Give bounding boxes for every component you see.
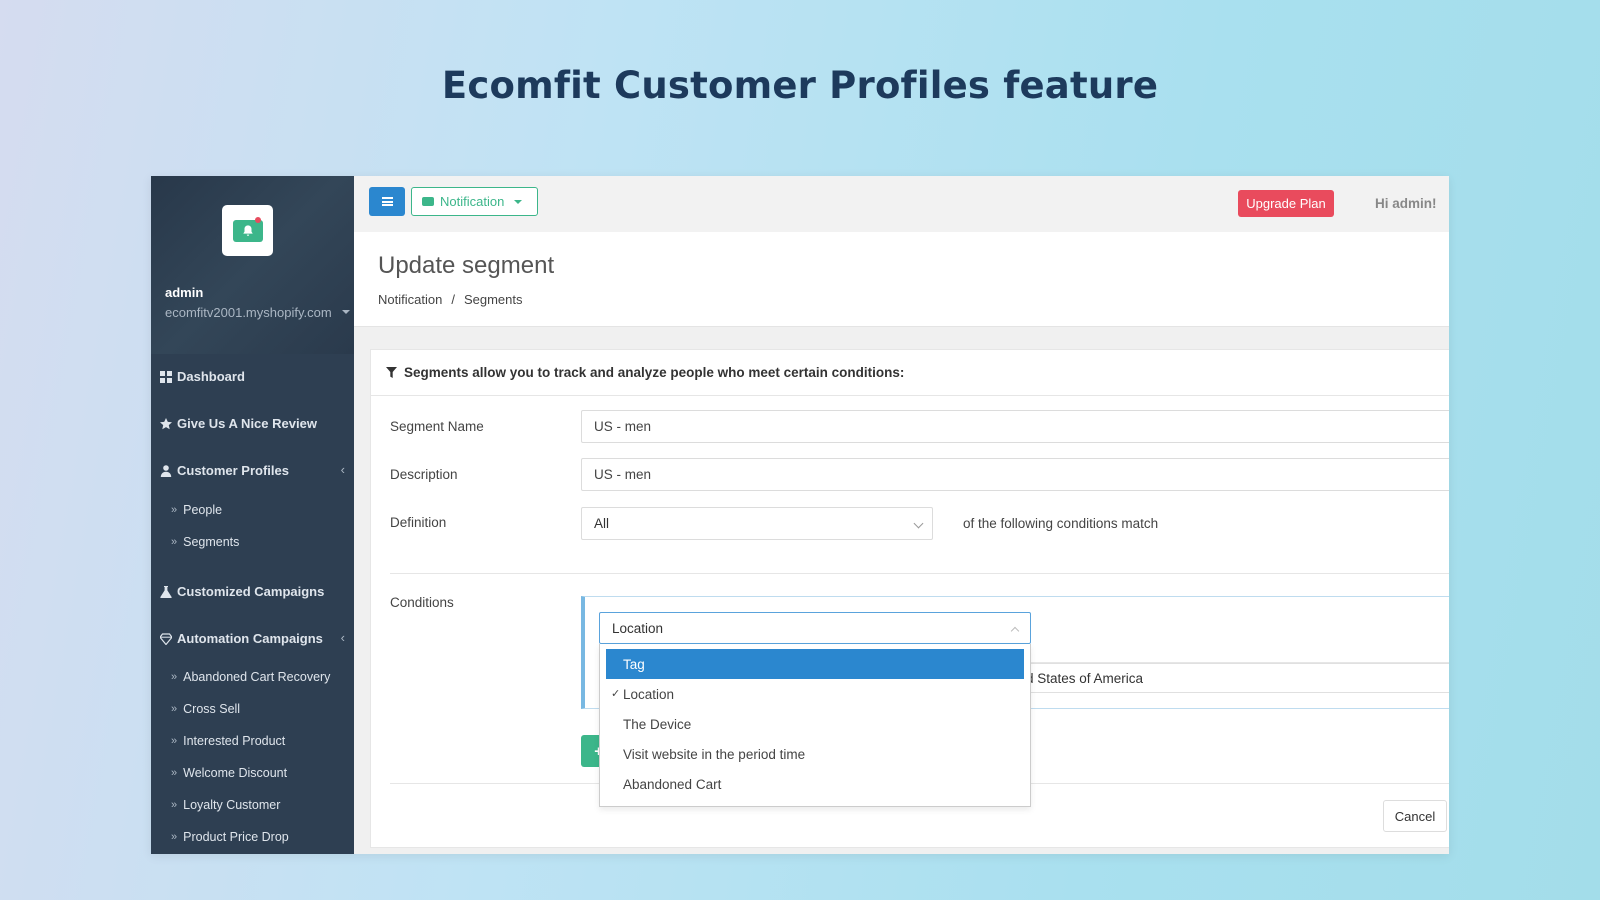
option-label: Visit website in the period time: [623, 746, 806, 762]
double-chevron-icon: »: [171, 799, 178, 811]
condition-type-value: Location: [612, 621, 664, 636]
user-icon: [160, 464, 172, 477]
description-label: Description: [390, 467, 458, 482]
flask-icon: [160, 585, 172, 598]
subitem-label: Cross Sell: [183, 702, 241, 716]
breadcrumb-segments[interactable]: Segments: [464, 292, 523, 307]
star-icon: [160, 417, 172, 430]
page-header: Update segment Notification / Segments: [354, 232, 1449, 327]
shop-domain[interactable]: ecomfitv2001.myshopify.com: [165, 305, 332, 320]
definition-suffix: of the following conditions match: [963, 516, 1159, 531]
option-label: The Device: [623, 716, 692, 732]
sidebar-item-dashboard[interactable]: Dashboard: [160, 369, 345, 384]
panel-heading-text: Segments allow you to track and analyze …: [404, 365, 905, 380]
bell-icon: [242, 224, 253, 236]
subitem-label: Product Price Drop: [183, 830, 289, 844]
sidebar-item-automation-campaigns[interactable]: Automation Campaigns ‹: [160, 630, 345, 646]
subitem-label: Welcome Discount: [183, 766, 288, 780]
notification-dropdown-button[interactable]: Notification: [411, 187, 538, 216]
condition-type-dropdown: Tag ✓ Location The Device Visit website …: [599, 644, 1031, 807]
sidebar-item-label: Customer Profiles: [177, 463, 289, 478]
greeting[interactable]: Hi admin!: [1375, 196, 1437, 211]
cancel-button[interactable]: Cancel: [1383, 800, 1447, 832]
hamburger-icon: [381, 197, 393, 206]
sidebar-profile: admin ecomfitv2001.myshopify.com: [151, 176, 354, 354]
conditions-label: Conditions: [390, 595, 454, 610]
sidebar-item-label: Automation Campaigns: [177, 631, 323, 646]
app-logo: [222, 205, 273, 256]
double-chevron-icon: »: [171, 767, 178, 779]
subitem-label: People: [183, 503, 223, 517]
sidebar-item-review[interactable]: Give Us A Nice Review: [160, 416, 345, 431]
sidebar: admin ecomfitv2001.myshopify.com Dashboa…: [151, 176, 354, 854]
sidebar-subitem-interested-product[interactable]: » Interested Product: [171, 734, 285, 748]
subitem-label: Interested Product: [183, 734, 286, 748]
double-chevron-icon: »: [171, 671, 178, 683]
chevron-down-icon: [913, 518, 924, 529]
segment-name-input[interactable]: US - men: [581, 410, 1449, 443]
double-chevron-icon: »: [171, 504, 178, 516]
breadcrumb-notification[interactable]: Notification: [378, 292, 442, 307]
dropdown-option-location[interactable]: ✓ Location: [606, 679, 1024, 709]
app-window: admin ecomfitv2001.myshopify.com Dashboa…: [151, 176, 1449, 854]
sidebar-subitem-abandoned-cart[interactable]: » Abandoned Cart Recovery: [171, 670, 330, 684]
sidebar-item-customized-campaigns[interactable]: Customized Campaigns: [160, 584, 345, 599]
condition-type-select[interactable]: Location: [599, 612, 1031, 644]
dashboard-icon: [160, 370, 172, 383]
subitem-label: Segments: [183, 535, 240, 549]
sidebar-item-label: Dashboard: [177, 369, 245, 384]
definition-value: All: [594, 516, 610, 531]
upgrade-plan-button[interactable]: Upgrade Plan: [1238, 190, 1334, 217]
option-label: Tag: [623, 656, 645, 672]
camera-icon: [422, 197, 434, 206]
sidebar-subitem-cross-sell[interactable]: » Cross Sell: [171, 702, 240, 716]
definition-select[interactable]: All: [581, 507, 933, 540]
sidebar-subitem-segments[interactable]: » Segments: [171, 535, 239, 549]
checkmark-icon: ✓: [611, 688, 621, 700]
segment-form-panel: Segments allow you to track and analyze …: [370, 349, 1449, 848]
dropdown-option-visit-website[interactable]: Visit website in the period time: [606, 739, 1024, 769]
sidebar-item-label: Give Us A Nice Review: [177, 416, 317, 431]
page-title: Update segment: [378, 252, 555, 279]
chevron-up-icon: [1010, 626, 1020, 636]
chevron-left-icon: ‹: [340, 630, 345, 645]
sidebar-subitem-welcome-discount[interactable]: » Welcome Discount: [171, 766, 287, 780]
option-label: Location: [623, 686, 675, 702]
breadcrumb: Notification / Segments: [378, 292, 522, 307]
description-input[interactable]: US - men: [581, 458, 1449, 491]
filter-icon: [386, 367, 397, 378]
double-chevron-icon: »: [171, 536, 178, 548]
dropdown-option-abandoned-cart[interactable]: Abandoned Cart: [606, 769, 1024, 799]
user-name: admin: [165, 285, 204, 300]
sidebar-subitem-people[interactable]: » People: [171, 503, 222, 517]
caret-down-icon: [514, 199, 523, 204]
menu-toggle-button[interactable]: [369, 187, 405, 216]
double-chevron-icon: »: [171, 831, 178, 843]
sidebar-subitem-loyalty-customer[interactable]: » Loyalty Customer: [171, 798, 280, 812]
subitem-label: Abandoned Cart Recovery: [183, 670, 331, 684]
sidebar-item-customer-profiles[interactable]: Customer Profiles ‹: [160, 462, 345, 478]
condition-value-input[interactable]: d States of America: [1025, 663, 1449, 693]
breadcrumb-separator: /: [451, 292, 455, 307]
definition-label: Definition: [390, 515, 447, 530]
panel-heading: Segments allow you to track and analyze …: [371, 350, 1449, 396]
option-label: Abandoned Cart: [623, 776, 722, 792]
double-chevron-icon: »: [171, 735, 178, 747]
dropdown-option-device[interactable]: The Device: [606, 709, 1024, 739]
sidebar-subitem-product-price-drop[interactable]: » Product Price Drop: [171, 830, 289, 844]
dropdown-option-tag[interactable]: Tag: [606, 649, 1024, 679]
subitem-label: Loyalty Customer: [183, 798, 281, 812]
double-chevron-icon: »: [171, 703, 178, 715]
sidebar-item-label: Customized Campaigns: [177, 584, 325, 599]
notification-label: Notification: [440, 194, 505, 209]
chevron-left-icon: ‹: [340, 462, 345, 477]
divider: [390, 573, 1449, 574]
topbar: Notification Upgrade Plan Hi admin!: [354, 176, 1449, 232]
shop-caret-icon[interactable]: [342, 310, 350, 314]
hero-title: Ecomfit Customer Profiles feature: [441, 64, 1159, 107]
segment-name-label: Segment Name: [390, 419, 484, 434]
diamond-icon: [160, 632, 172, 645]
